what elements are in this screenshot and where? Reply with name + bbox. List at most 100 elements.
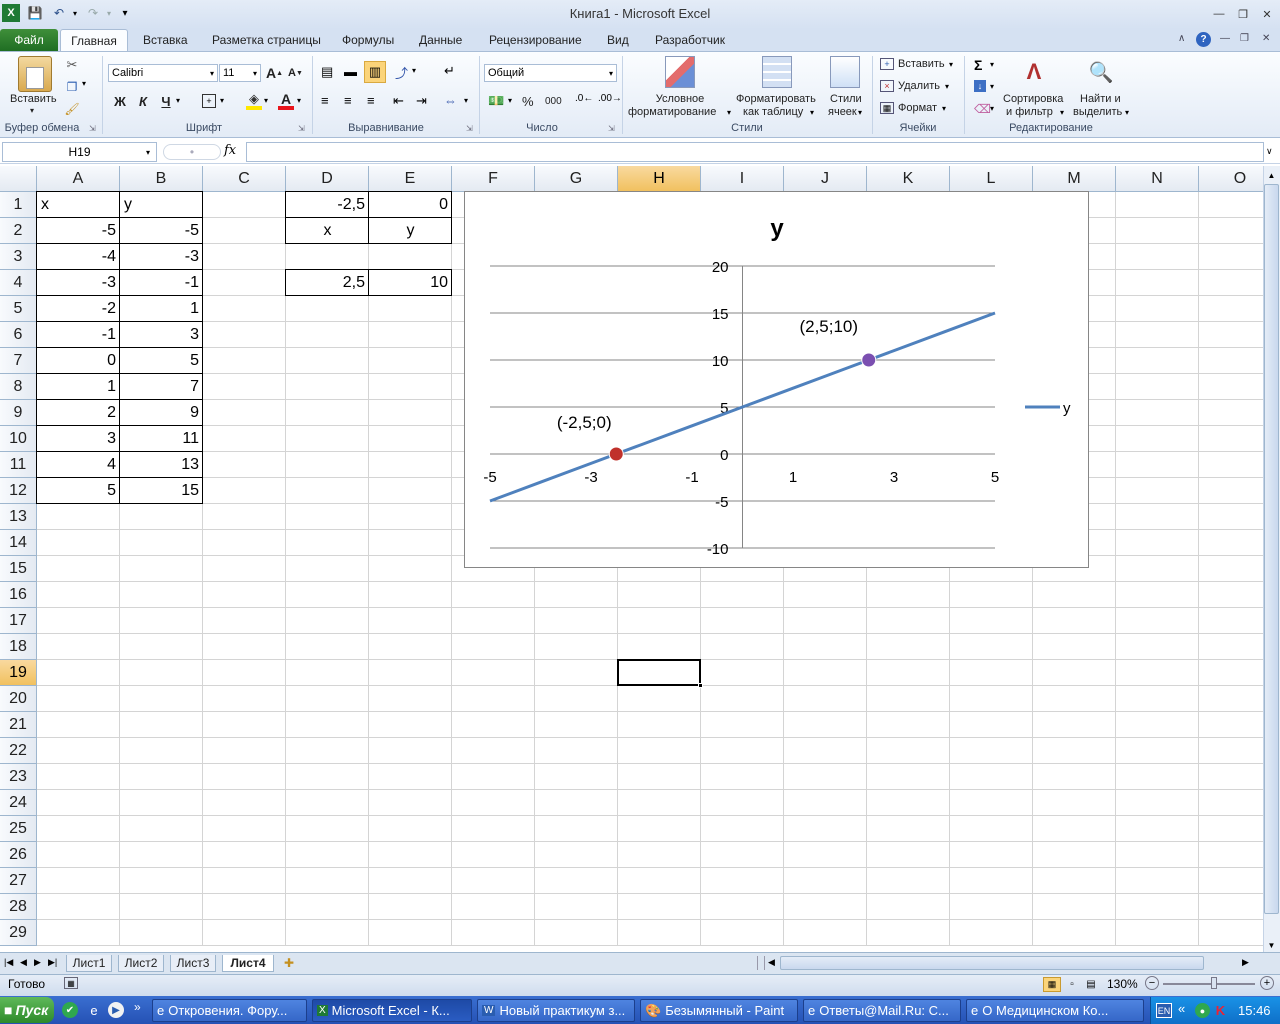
row-header-28[interactable]: 28 — [0, 894, 37, 920]
chevron-down-icon[interactable]: ▾ — [949, 60, 953, 69]
row-header-25[interactable]: 25 — [0, 816, 37, 842]
tab-home[interactable]: Главная — [60, 29, 128, 52]
alignment-launcher-icon[interactable]: ⇲ — [466, 124, 473, 133]
taskbar-item-3[interactable]: W Новый практикум з... — [477, 999, 635, 1022]
row-header-23[interactable]: 23 — [0, 764, 37, 790]
delete-cells-icon[interactable]: × — [880, 80, 894, 92]
page-break-view-icon[interactable]: ▤ — [1083, 977, 1099, 992]
cell-E1[interactable]: 0 — [369, 192, 452, 218]
tray-icon-1[interactable]: ● — [1195, 1003, 1210, 1018]
scroll-right-icon[interactable]: ▶ — [1242, 957, 1249, 968]
tray-icon-2[interactable]: K — [1213, 1003, 1228, 1018]
fill-icon[interactable]: ↓ — [974, 80, 986, 92]
row-header-12[interactable]: 12 — [0, 478, 37, 504]
row-header-2[interactable]: 2 — [0, 218, 37, 244]
taskbar-item-6[interactable]: eО Медицинском Ко... — [966, 999, 1144, 1022]
formula-input[interactable] — [246, 142, 1264, 162]
increase-decimal-icon[interactable]: .0← — [575, 93, 593, 104]
start-button[interactable]: ■ Пуск — [0, 997, 54, 1023]
macro-record-icon[interactable]: ▦ — [64, 977, 78, 989]
taskbar-item-1[interactable]: e Откровения. Фору... — [152, 999, 307, 1022]
font-size-combo[interactable]: 11 ▾ — [219, 64, 261, 82]
cell-A9[interactable]: 2 — [37, 400, 120, 426]
tab-split-handle[interactable] — [757, 956, 765, 970]
row-header-24[interactable]: 24 — [0, 790, 37, 816]
first-sheet-icon[interactable]: |◀ — [4, 957, 13, 968]
find-select-label-2[interactable]: выделить — [1073, 106, 1122, 118]
normal-view-icon[interactable]: ▦ — [1043, 977, 1061, 992]
find-select-icon[interactable]: 🔍 — [1086, 56, 1116, 88]
fill-color-icon[interactable]: ◈ — [246, 91, 262, 110]
column-header-O[interactable]: O — [1199, 166, 1263, 192]
cell-B2[interactable]: -5 — [120, 218, 203, 244]
sheet-tab-4-active[interactable]: Лист4 — [222, 955, 274, 972]
cell-A2[interactable]: -5 — [37, 218, 120, 244]
row-header-18[interactable]: 18 — [0, 634, 37, 660]
cell-B5[interactable]: 1 — [120, 296, 203, 322]
scroll-left-icon[interactable]: ◀ — [768, 957, 775, 968]
chevron-down-icon[interactable]: ▾ — [945, 82, 949, 91]
chevron-down-icon[interactable]: ▾ — [253, 69, 257, 78]
minimize-ribbon-icon[interactable]: ∧ — [1178, 33, 1185, 44]
cell-D1[interactable]: -2,5 — [286, 192, 369, 218]
increase-indent-icon[interactable]: ⇥ — [416, 93, 427, 109]
tab-formulas[interactable]: Формулы — [342, 33, 394, 47]
row-header-3[interactable]: 3 — [0, 244, 37, 270]
orientation-dropdown-icon[interactable]: ▾ — [412, 66, 416, 75]
decrease-decimal-icon[interactable]: .00→ — [598, 93, 622, 104]
tab-data[interactable]: Данные — [419, 33, 462, 47]
cell-B7[interactable]: 5 — [120, 348, 203, 374]
chevron-down-icon[interactable]: ▾ — [942, 104, 946, 113]
increase-font-icon[interactable]: A ▲ — [266, 65, 283, 81]
name-box[interactable]: H19 — [2, 142, 157, 162]
merge-center-icon[interactable]: ⇔ — [444, 93, 457, 108]
cell-A11[interactable]: 4 — [37, 452, 120, 478]
autosum-dropdown-icon[interactable]: ▾ — [990, 60, 994, 69]
next-sheet-icon[interactable]: ▶ — [34, 957, 41, 968]
align-right-icon[interactable]: ≡ — [367, 93, 375, 108]
chevron-down-icon[interactable]: ▾ — [1125, 108, 1129, 117]
chevron-down-icon[interactable]: ▾ — [609, 69, 613, 78]
cut-icon[interactable]: ✂ — [64, 57, 80, 73]
cell-styles-icon[interactable] — [830, 56, 860, 88]
row-header-15[interactable]: 15 — [0, 556, 37, 582]
zoom-in-icon[interactable]: + — [1260, 976, 1274, 990]
font-launcher-icon[interactable]: ⇲ — [298, 124, 305, 133]
cell-styles-label-1[interactable]: Стили — [830, 93, 862, 105]
column-header-M[interactable]: M — [1033, 166, 1116, 192]
taskbar-item-4[interactable]: 🎨 Безымянный - Paint — [640, 999, 798, 1022]
autosum-icon[interactable]: Σ — [974, 57, 982, 73]
row-header-29[interactable]: 29 — [0, 920, 37, 946]
fill-dropdown-icon[interactable]: ▾ — [990, 82, 994, 91]
workbook-restore-icon[interactable]: ❐ — [1240, 33, 1249, 44]
help-icon[interactable]: ? — [1196, 32, 1211, 47]
zoom-slider-track[interactable] — [1163, 983, 1255, 985]
minimize-icon[interactable]: — — [1210, 6, 1228, 22]
quicklaunch-icon-1[interactable]: ✔ — [62, 1002, 78, 1018]
decrease-indent-icon[interactable]: ⇤ — [393, 93, 404, 109]
cell-B12[interactable]: 15 — [120, 478, 203, 504]
row-header-16[interactable]: 16 — [0, 582, 37, 608]
conditional-formatting-icon[interactable] — [665, 56, 695, 88]
paste-button-label[interactable]: Вставить — [10, 93, 57, 105]
row-header-20[interactable]: 20 — [0, 686, 37, 712]
cell-E4[interactable]: 10 — [369, 270, 452, 296]
row-header-27[interactable]: 27 — [0, 868, 37, 894]
cell-B4[interactable]: -1 — [120, 270, 203, 296]
insert-cells-button[interactable]: Вставить — [898, 58, 945, 70]
tab-insert[interactable]: Вставка — [143, 33, 188, 47]
thousands-button[interactable]: 000 — [545, 96, 562, 107]
cell-A5[interactable]: -2 — [37, 296, 120, 322]
paste-icon[interactable] — [18, 56, 52, 92]
cell-B6[interactable]: 3 — [120, 322, 203, 348]
format-cells-button[interactable]: Формат — [898, 102, 937, 114]
cell-styles-label-2[interactable]: ячеек — [828, 106, 857, 118]
format-as-table-label-1[interactable]: Форматировать — [736, 93, 816, 105]
tab-file[interactable]: Файл — [0, 29, 58, 51]
chevron-down-icon[interactable]: ▾ — [210, 69, 214, 78]
tray-expand-icon[interactable]: « — [1178, 1001, 1185, 1016]
sort-filter-icon[interactable]: Λ — [1018, 56, 1050, 88]
cell-A1[interactable]: x — [37, 192, 120, 218]
column-header-F[interactable]: F — [452, 166, 535, 192]
column-header-A[interactable]: A — [37, 166, 120, 192]
